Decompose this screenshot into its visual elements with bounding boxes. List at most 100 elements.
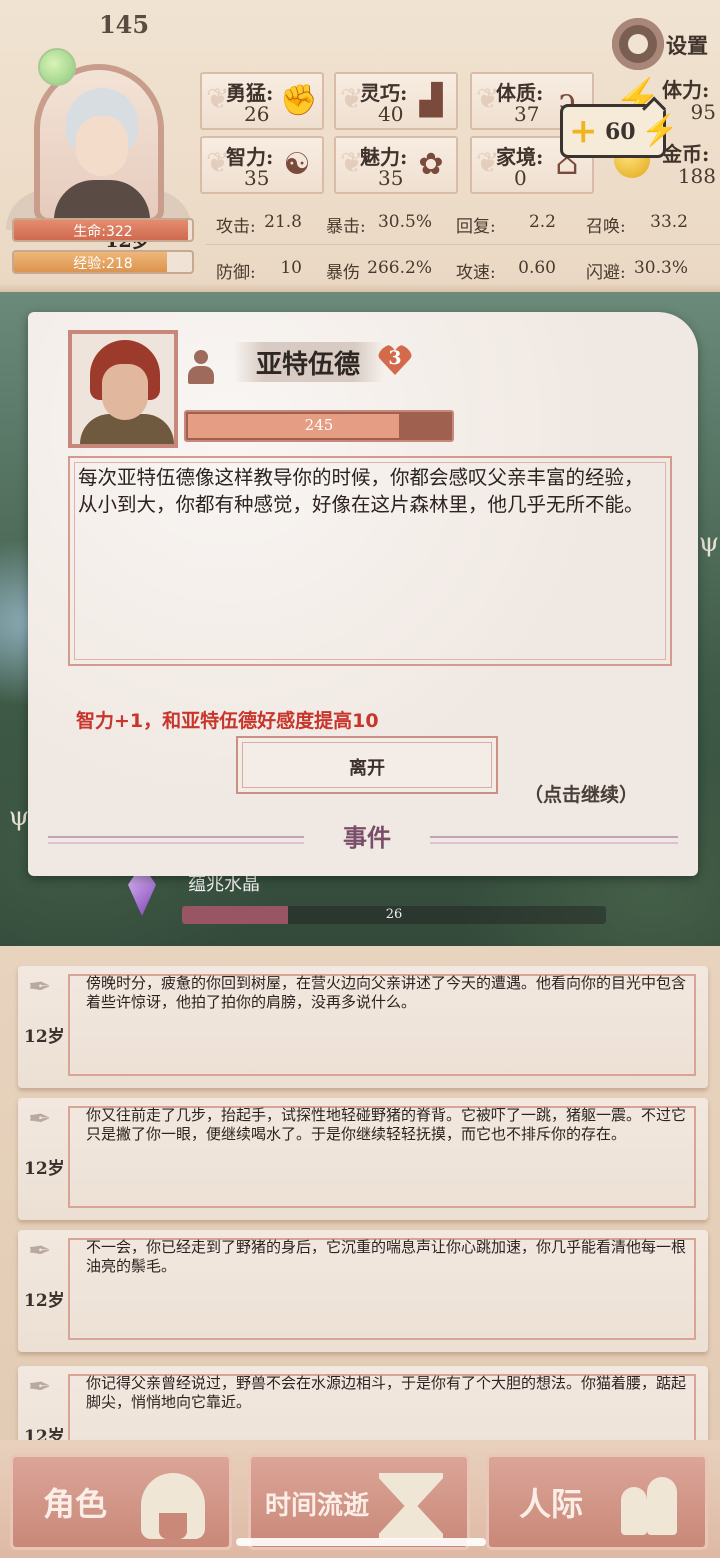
brain-icon: ☯ bbox=[283, 147, 311, 182]
stat-value: 35 bbox=[378, 166, 404, 190]
combat-key: 回复: bbox=[456, 217, 496, 237]
combat-stat-attack-speed: 攻速: 0.60 bbox=[446, 250, 564, 288]
log-entry[interactable]: ✒ 12岁 你又往前走了几步，抬起手，试探性地轻碰野猪的脊背。它被吓了一跳，猪躯… bbox=[18, 1098, 708, 1220]
stat-value: 37 bbox=[514, 102, 540, 126]
combat-value: 0.60 bbox=[518, 258, 556, 278]
xp-label: 经验:218 bbox=[73, 256, 133, 272]
stat-value: 35 bbox=[244, 166, 270, 190]
combat-stat-dodge: 闪避: 30.3% bbox=[576, 250, 696, 288]
combat-stat-attack: 攻击: 21.8 bbox=[206, 204, 310, 242]
continue-hint[interactable]: （点击继续） bbox=[524, 780, 638, 807]
lightning-icon: ⚡ bbox=[641, 113, 679, 148]
combat-value: 30.5% bbox=[377, 212, 432, 232]
home-indicator[interactable] bbox=[236, 1538, 486, 1546]
combat-value: 266.2% bbox=[367, 258, 432, 278]
event-title: 事件 bbox=[304, 818, 430, 858]
settings-button[interactable]: 设置 bbox=[612, 16, 720, 72]
log-entry-text: 不一会，你已经走到了野猪的身后，它沉重的喘息声让你心跳加速，你几乎能看清他每一根… bbox=[86, 1238, 687, 1275]
person-icon bbox=[186, 350, 216, 384]
head-icon bbox=[141, 1473, 205, 1539]
combat-stats: 攻击: 21.8 暴击: 30.5% 回复: 2.2 召唤: 33.2 防御: 10 暴伤… bbox=[206, 204, 720, 288]
sprout-icon bbox=[38, 48, 76, 86]
quill-icon: ✒ bbox=[28, 1102, 52, 1135]
log-entry-text: 你记得父亲曾经说过，野兽不会在水源边相斗，于是你有了个大胆的想法。你猫着腰，踮起… bbox=[86, 1374, 687, 1411]
stat-bravery[interactable]: ❦ 勇猛: 26 ✊ bbox=[200, 72, 324, 130]
combat-stat-summon: 召唤: 33.2 bbox=[576, 204, 696, 242]
avatar-portrait bbox=[34, 64, 164, 224]
nav-social-label: 人际 bbox=[519, 1485, 584, 1523]
status-panel: 12岁 145 生命:322 经验:218 ❦ 勇猛: 26 ✊ ❦ 灵巧: 4… bbox=[0, 0, 720, 292]
stat-charm[interactable]: ❦ 魅力: 35 ✿ bbox=[334, 136, 458, 194]
stamina-value: 95 bbox=[690, 100, 716, 124]
combat-key: 防御: bbox=[216, 263, 256, 283]
gear-icon bbox=[612, 18, 664, 70]
combat-value: 30.3% bbox=[633, 258, 688, 278]
bottom-navigation: 角色 时间流逝 人际 bbox=[0, 1440, 720, 1558]
stamina-gain-value: 60 bbox=[605, 119, 636, 145]
hp-label: 生命:322 bbox=[73, 224, 133, 240]
crystal-progress-value: 26 bbox=[385, 907, 403, 922]
event-reward: 智力+1，和亚特伍德好感度提高10 bbox=[76, 710, 379, 732]
event-dialog[interactable]: 亚特伍德 3 245 每次亚特伍德像这样教导你的时候，你都会感叹父亲丰富的经验，… bbox=[28, 312, 698, 876]
stamina-gain-popup: + 60 ⚡ bbox=[560, 104, 678, 158]
npc-portrait bbox=[68, 330, 178, 448]
combat-stat-regen: 回复: 2.2 bbox=[446, 204, 564, 242]
nav-character-button[interactable]: 角色 bbox=[10, 1454, 232, 1550]
log-entry-age: 12岁 bbox=[24, 1291, 65, 1311]
event-description-box: 每次亚特伍德像这样教导你的时候，你都会感叹父亲丰富的经验，从小到大，你都有种感觉… bbox=[68, 456, 672, 666]
hourglass-icon bbox=[379, 1473, 443, 1539]
combat-value: 33.2 bbox=[650, 212, 688, 232]
people-icon bbox=[617, 1473, 681, 1539]
settings-label: 设置 bbox=[666, 33, 708, 58]
combat-value: 21.8 bbox=[264, 212, 302, 232]
stamina-label: 体力: bbox=[662, 78, 710, 102]
combat-divider bbox=[206, 244, 720, 245]
quill-icon: ✒ bbox=[28, 1370, 52, 1403]
log-entry[interactable]: ✒ 12岁 不一会，你已经走到了野猪的身后，它沉重的喘息声让你心跳加速，你几乎能… bbox=[18, 1230, 708, 1352]
combat-key: 暴击: bbox=[326, 217, 366, 237]
event-log[interactable]: ✒ 12岁 傍晚时分，疲惫的你回到树屋，在营火边向父亲讲述了今天的遭遇。他看向你… bbox=[0, 946, 720, 1488]
combat-key: 召唤: bbox=[586, 217, 626, 237]
combat-stat-defense: 防御: 10 bbox=[206, 250, 310, 288]
combat-value: 10 bbox=[280, 258, 302, 278]
fist-icon: ✊ bbox=[280, 83, 318, 118]
quill-icon: ✒ bbox=[28, 970, 52, 1003]
nav-character-label: 角色 bbox=[43, 1485, 108, 1523]
cloak-icon: ▟ bbox=[419, 83, 443, 118]
log-entry[interactable]: ✒ 12岁 傍晚时分，疲惫的你回到树屋，在营火边向父亲讲述了今天的遭遇。他看向你… bbox=[18, 966, 708, 1088]
crystal-progress-bar: 26 bbox=[182, 906, 606, 924]
combat-stat-crit-damage: 暴伤 266.2% bbox=[316, 250, 440, 288]
stat-value: 40 bbox=[378, 102, 404, 126]
leave-button[interactable]: 离开 bbox=[236, 736, 498, 794]
plus-icon: + bbox=[569, 111, 598, 151]
log-entry-text: 傍晚时分，疲惫的你回到树屋，在营火边向父亲讲述了今天的遭遇。他看向你的目光中包含… bbox=[86, 974, 687, 1011]
favor-bar: 245 bbox=[184, 410, 454, 442]
combat-key: 攻速: bbox=[456, 263, 496, 283]
leave-button-label: 离开 bbox=[349, 758, 385, 779]
player-score: 145 bbox=[98, 10, 150, 39]
combat-key: 攻击: bbox=[216, 217, 256, 237]
stat-value: 26 bbox=[244, 102, 270, 126]
combat-stat-crit: 暴击: 30.5% bbox=[316, 204, 440, 242]
stat-value: 0 bbox=[514, 166, 527, 190]
nav-time-button[interactable]: 时间流逝 bbox=[248, 1454, 470, 1550]
log-entry-text: 你又往前走了几步，抬起手，试探性地轻碰野猪的脊背。它被吓了一跳，猪躯一震。不过它… bbox=[86, 1106, 687, 1143]
nav-time-label: 时间流逝 bbox=[265, 1491, 370, 1521]
stat-agility[interactable]: ❦ 灵巧: 40 ▟ bbox=[334, 72, 458, 130]
xp-bar: 经验:218 bbox=[12, 250, 194, 274]
quill-icon: ✒ bbox=[28, 1234, 52, 1267]
log-entry-age: 12岁 bbox=[24, 1027, 65, 1047]
favor-value: 245 bbox=[304, 416, 334, 434]
nav-social-button[interactable]: 人际 bbox=[486, 1454, 708, 1550]
stat-intelligence[interactable]: ❦ 智力: 35 ☯ bbox=[200, 136, 324, 194]
combat-value: 2.2 bbox=[528, 212, 556, 232]
log-entry-age: 12岁 bbox=[24, 1159, 65, 1179]
gold-value: 188 bbox=[677, 164, 716, 188]
flower-icon: ✿ bbox=[418, 147, 444, 182]
hp-bar: 生命:322 bbox=[12, 218, 194, 242]
event-description: 每次亚特伍德像这样教导你的时候，你都会感叹父亲丰富的经验，从小到大，你都有种感觉… bbox=[78, 466, 644, 516]
npc-name: 亚特伍德 bbox=[256, 350, 361, 380]
player-avatar[interactable]: 12岁 bbox=[6, 40, 192, 252]
combat-key: 闪避: bbox=[586, 263, 626, 283]
combat-key: 暴伤 bbox=[326, 263, 360, 283]
